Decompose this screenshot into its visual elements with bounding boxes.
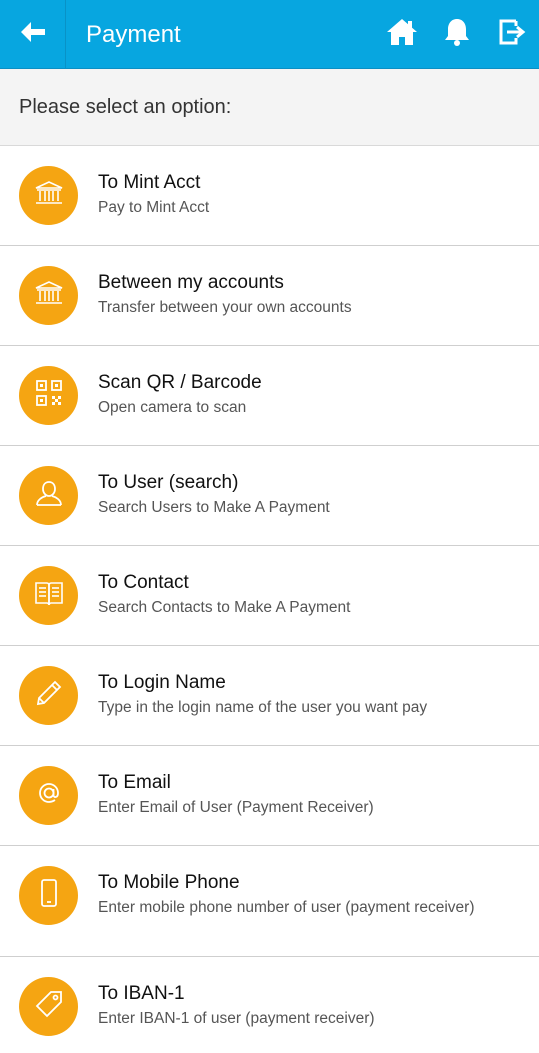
option-icon-circle [19,866,78,925]
option-title: To Mint Acct [98,172,201,193]
option-subtitle: Search Contacts to Make A Payment [98,599,351,616]
option-to-email[interactable]: To Email Enter Email of User (Payment Re… [0,746,539,846]
option-to-mint-acct[interactable]: To Mint Acct Pay to Mint Acct [0,146,539,246]
option-title: To User (search) [98,472,239,493]
option-subtitle: Transfer between your own accounts [98,299,352,316]
top-app-bar: Payment [0,0,539,69]
option-to-user-search[interactable]: To User (search) Search Users to Make A … [0,446,539,546]
home-button[interactable] [385,17,419,51]
option-title: To Email [98,772,171,793]
option-to-login-name[interactable]: To Login Name Type in the login name of … [0,646,539,746]
option-title: To Contact [98,572,189,593]
option-to-contact[interactable]: To Contact Search Contacts to Make A Pay… [0,546,539,646]
home-icon [386,17,418,52]
mobile-phone-icon [39,878,59,913]
bell-icon [443,17,471,52]
at-sign-icon [35,779,63,812]
option-title: To Mobile Phone [98,872,240,893]
prompt-bar: Please select an option: [0,69,539,146]
payment-options-list: To Mint Acct Pay to Mint Acct Between my… [0,146,539,1053]
bank-icon [34,280,64,311]
option-icon-circle [19,766,78,825]
option-icon-circle [19,466,78,525]
option-between-my-accounts[interactable]: Between my accounts Transfer between you… [0,246,539,346]
option-to-mobile-phone[interactable]: To Mobile Phone Enter mobile phone numbe… [0,846,539,957]
bank-icon [34,180,64,211]
contact-book-icon [34,579,64,612]
qr-code-icon [35,379,63,412]
option-scan-qr-barcode[interactable]: Scan QR / Barcode Open camera to scan [0,346,539,446]
option-icon-circle [19,977,78,1036]
back-arrow-icon [19,20,47,49]
option-subtitle: Enter mobile phone number of user (payme… [98,899,475,916]
option-subtitle: Open camera to scan [98,399,247,416]
option-subtitle: Pay to Mint Acct [98,199,210,216]
option-subtitle: Type in the login name of the user you w… [98,699,428,716]
option-title: Scan QR / Barcode [98,372,262,393]
option-title: To IBAN-1 [98,983,185,1004]
option-icon-circle [19,266,78,325]
header-divider [65,0,66,69]
back-button[interactable] [0,0,65,69]
option-title: To Login Name [98,672,226,693]
prompt-text: Please select an option: [19,96,232,118]
option-icon-circle [19,166,78,225]
pencil-icon [35,679,63,712]
option-icon-circle [19,366,78,425]
notifications-button[interactable] [440,17,474,51]
logout-button[interactable] [495,17,529,51]
logout-icon [498,18,526,51]
option-to-iban-1[interactable]: To IBAN-1 Enter IBAN-1 of user (payment … [0,957,539,1053]
option-subtitle: Enter IBAN-1 of user (payment receiver) [98,1010,375,1027]
option-title: Between my accounts [98,272,284,293]
option-subtitle: Search Users to Make A Payment [98,499,330,516]
tag-icon [34,989,64,1024]
option-icon-circle [19,666,78,725]
user-icon [34,479,64,512]
option-subtitle: Enter Email of User (Payment Receiver) [98,799,374,816]
page-title: Payment [86,21,181,48]
option-icon-circle [19,566,78,625]
